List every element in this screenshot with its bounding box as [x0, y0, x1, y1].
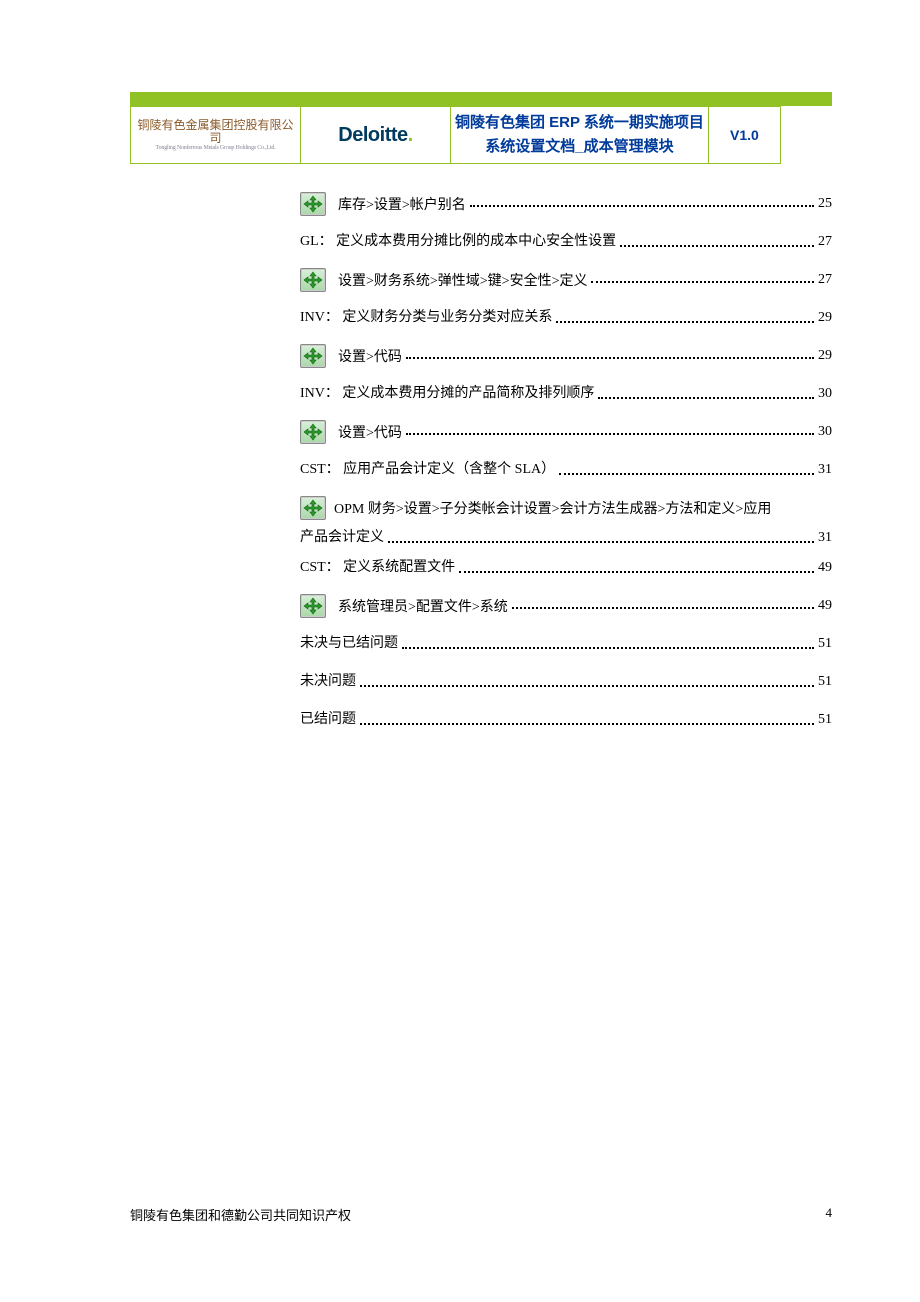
doc-title-cell: 铜陵有色集团 ERP 系统一期实施项目 系统设置文档_成本管理模块 — [451, 107, 709, 164]
toc-text: INV： 定义财务分类与业务分类对应关系 — [300, 306, 552, 326]
toc-dots — [470, 198, 814, 208]
toc-text: GL： 定义成本费用分摊比例的成本中心安全性设置 — [300, 230, 616, 250]
toc-dots — [598, 389, 814, 399]
toc-text: 未决与已结问题 — [300, 632, 398, 652]
toc-dots — [406, 426, 814, 436]
toc-page: 51 — [818, 712, 832, 728]
toc-page: 51 — [818, 636, 832, 652]
move-icon — [300, 496, 326, 520]
version-text: V1.0 — [730, 127, 759, 143]
toc-entry: CST： 应用产品会计定义（含整个 SLA） 31 — [300, 458, 832, 478]
toc-text: 设置>代码 — [338, 346, 402, 366]
toc-dots — [406, 350, 814, 360]
toc-dots — [402, 639, 814, 649]
header-accent-bar — [130, 92, 832, 106]
toc-text: 库存>设置>帐户别名 — [338, 194, 466, 214]
version-cell: V1.0 — [708, 107, 780, 164]
toc-entry: 已结问题 51 — [300, 708, 832, 728]
toc-entry: GL： 定义成本费用分摊比例的成本中心安全性设置 27 — [300, 230, 832, 250]
toc-page: 30 — [818, 424, 832, 440]
deloitte-logo-cell: Deloitte. — [301, 107, 451, 164]
toc-dots — [556, 313, 814, 323]
toc-text: CST： 应用产品会计定义（含整个 SLA） — [300, 458, 555, 478]
toc-text: 设置>代码 — [338, 422, 402, 442]
move-icon — [300, 192, 326, 216]
toc-text: CST： 定义系统配置文件 — [300, 556, 455, 576]
doc-title-line2: 系统设置文档_成本管理模块 — [455, 135, 704, 159]
toc-page: 49 — [818, 560, 832, 576]
move-icon — [300, 344, 326, 368]
toc-entry: INV： 定义财务分类与业务分类对应关系 29 — [300, 306, 832, 326]
page-number: 4 — [826, 1205, 833, 1224]
company-logo: 铜陵有色金属集团控股有限公司 Tongling Nonferrous Metal… — [135, 119, 296, 152]
toc-text: OPM 财务>设置>子分类帐会计设置>会计方法生成器>方法和定义>应用 — [334, 498, 771, 518]
toc-entry: OPM 财务>设置>子分类帐会计设置>会计方法生成器>方法和定义>应用产品会计定… — [300, 496, 832, 546]
toc-text: 产品会计定义 — [300, 526, 384, 546]
toc-entry: 设置>代码 29 — [300, 344, 832, 368]
move-icon — [300, 594, 326, 618]
toc-page: 27 — [818, 234, 832, 250]
toc-dots — [559, 465, 814, 475]
toc-dots — [360, 715, 814, 725]
toc-dots — [512, 600, 814, 610]
move-icon — [300, 420, 326, 444]
toc-entry: CST： 定义系统配置文件 49 — [300, 556, 832, 576]
toc-page: 31 — [818, 530, 832, 546]
toc-entry: 系统管理员>配置文件>系统 49 — [300, 594, 832, 618]
toc-text: INV： 定义成本费用分摊的产品简称及排列顺序 — [300, 382, 594, 402]
toc-dots — [591, 274, 814, 284]
toc-text: 已结问题 — [300, 708, 356, 728]
toc-entry: 设置>财务系统>弹性域>键>安全性>定义 27 — [300, 268, 832, 292]
footer-left: 铜陵有色集团和德勤公司共同知识产权 — [130, 1205, 351, 1224]
footer: 铜陵有色集团和德勤公司共同知识产权 4 — [130, 1205, 832, 1224]
toc-page: 29 — [818, 348, 832, 364]
header-table: 铜陵有色金属集团控股有限公司 Tongling Nonferrous Metal… — [130, 106, 781, 164]
toc-page: 29 — [818, 310, 832, 326]
toc-entry: 设置>代码 30 — [300, 420, 832, 444]
toc-dots — [620, 237, 814, 247]
company-name-cn: 铜陵有色金属集团控股有限公司 — [135, 119, 296, 145]
toc-entry: 库存>设置>帐户别名 25 — [300, 192, 832, 216]
toc-page: 30 — [818, 386, 832, 402]
toc-page: 51 — [818, 674, 832, 690]
toc-dots — [388, 533, 814, 543]
toc-text: 系统管理员>配置文件>系统 — [338, 596, 508, 616]
toc-entry: 未决与已结问题 51 — [300, 632, 832, 652]
toc-container: 库存>设置>帐户别名 25 GL： 定义成本费用分摊比例的成本中心安全性设置 27 设… — [300, 184, 832, 746]
toc-dots — [360, 677, 814, 687]
toc-page: 49 — [818, 598, 832, 614]
toc-dots — [459, 563, 814, 573]
toc-entry: INV： 定义成本费用分摊的产品简称及排列顺序 30 — [300, 382, 832, 402]
toc-page: 31 — [818, 462, 832, 478]
doc-title-line1: 铜陵有色集团 ERP 系统一期实施项目 — [455, 111, 704, 135]
company-logo-cell: 铜陵有色金属集团控股有限公司 Tongling Nonferrous Metal… — [131, 107, 301, 164]
move-icon — [300, 268, 326, 292]
company-name-en: Tongling Nonferrous Metals Group Holding… — [135, 145, 296, 152]
toc-page: 25 — [818, 196, 832, 212]
toc-text: 未决问题 — [300, 670, 356, 690]
toc-entry: 未决问题 51 — [300, 670, 832, 690]
toc-text: 设置>财务系统>弹性域>键>安全性>定义 — [338, 270, 587, 290]
deloitte-logo: Deloitte. — [338, 124, 412, 146]
toc-page: 27 — [818, 272, 832, 288]
